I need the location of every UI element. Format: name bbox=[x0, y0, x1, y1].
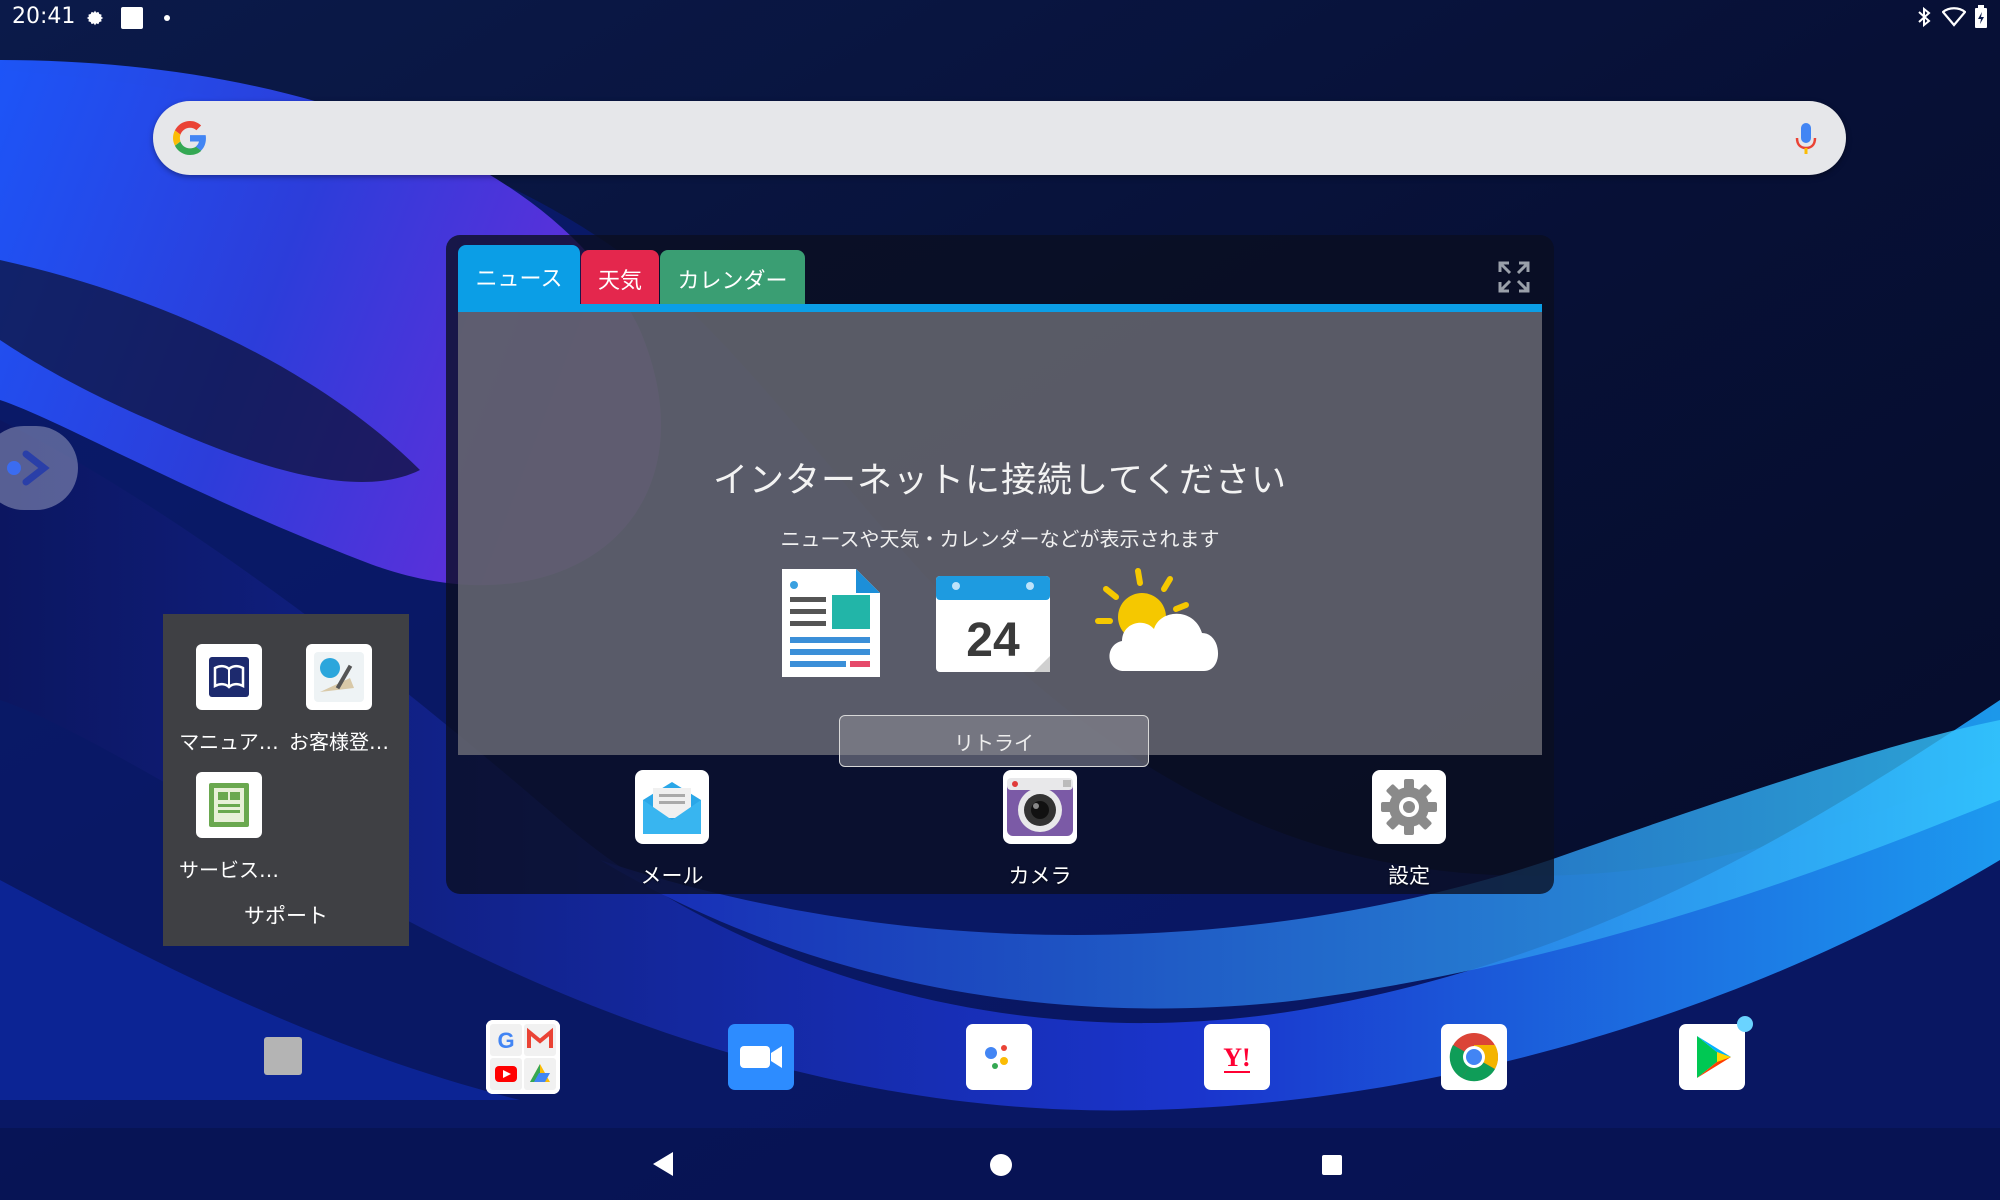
connection-message-title: インターネットに接続してください bbox=[713, 461, 1287, 501]
square-notification-icon bbox=[121, 7, 143, 29]
news-weather-calendar-widget: ニュース 天気 カレンダー インターネットに接続してください ニュースや天気・カ… bbox=[446, 235, 1554, 894]
bluetooth-icon bbox=[1918, 6, 1931, 28]
google-g-icon bbox=[173, 121, 206, 155]
folder-app-manual[interactable]: マニュア… bbox=[173, 644, 285, 754]
folder-app-customer-registration[interactable]: お客様登… bbox=[283, 644, 395, 754]
tab-news[interactable]: ニュース bbox=[458, 245, 580, 308]
empty-app-icon[interactable] bbox=[264, 1037, 302, 1075]
yahoo-icon[interactable]: Y! bbox=[1204, 1024, 1270, 1090]
folder-app-service[interactable]: サービス… bbox=[173, 772, 285, 882]
app-label: マニュア… bbox=[179, 730, 279, 754]
customer-registration-icon bbox=[306, 644, 372, 710]
retry-button[interactable]: リトライ bbox=[839, 715, 1149, 767]
microphone-icon[interactable] bbox=[1794, 122, 1818, 156]
dock: G Y! bbox=[0, 1010, 2000, 1110]
app-label: 設定 bbox=[1388, 864, 1430, 888]
tab-weather[interactable]: 天気 bbox=[581, 250, 659, 308]
settings-gear-icon bbox=[1372, 770, 1446, 844]
wifi-icon bbox=[1942, 7, 1966, 27]
recents-icon[interactable] bbox=[1322, 1155, 1342, 1175]
navigation-bar bbox=[0, 1128, 2000, 1200]
app-label: カメラ bbox=[1008, 864, 1072, 888]
svg-text:G: G bbox=[497, 1028, 514, 1053]
home-icon[interactable] bbox=[990, 1154, 1012, 1176]
edge-launcher-icon bbox=[7, 450, 50, 486]
google-folder-icon[interactable]: G bbox=[486, 1020, 560, 1094]
tab-underline bbox=[458, 304, 1542, 312]
camera-icon bbox=[1003, 770, 1077, 844]
calendar-number: 24 bbox=[966, 614, 1020, 667]
weather-sun-cloud-icon bbox=[1095, 568, 1219, 671]
app-label: メール bbox=[640, 864, 704, 888]
status-bar: 20:41 bbox=[0, 0, 2000, 36]
chrome-icon[interactable] bbox=[1441, 1024, 1507, 1090]
gear-icon bbox=[86, 10, 104, 26]
expand-icon[interactable] bbox=[1498, 261, 1530, 293]
notification-dot bbox=[1737, 1016, 1753, 1032]
app-camera[interactable]: カメラ bbox=[960, 770, 1120, 890]
app-label: お客様登… bbox=[289, 730, 389, 754]
connection-message-subtitle: ニュースや天気・カレンダーなどが表示されます bbox=[780, 527, 1220, 551]
google-assistant-icon[interactable] bbox=[966, 1024, 1032, 1090]
play-store-icon[interactable] bbox=[1679, 1016, 1753, 1090]
yahoo-logo-text: Y! bbox=[1223, 1043, 1250, 1072]
clock: 20:41 bbox=[12, 4, 76, 29]
battery-icon bbox=[1975, 5, 1987, 28]
service-icon bbox=[196, 772, 262, 838]
app-settings[interactable]: 設定 bbox=[1329, 770, 1489, 890]
news-document-icon bbox=[782, 569, 880, 677]
folder-name[interactable]: サポート bbox=[163, 900, 409, 930]
google-search-bar[interactable] bbox=[153, 101, 1846, 175]
tab-calendar[interactable]: カレンダー bbox=[660, 250, 805, 308]
mail-icon bbox=[635, 770, 709, 844]
manual-book-icon bbox=[196, 644, 262, 710]
calendar-icon: 24 bbox=[936, 576, 1050, 672]
back-icon[interactable] bbox=[651, 1150, 675, 1178]
app-mail[interactable]: メール bbox=[592, 770, 752, 890]
dot-icon bbox=[164, 15, 170, 21]
widget-content-panel: インターネットに接続してください ニュースや天気・カレンダーなどが表示されます … bbox=[458, 312, 1542, 767]
app-label: サービス… bbox=[179, 858, 279, 882]
zoom-video-icon[interactable] bbox=[728, 1024, 794, 1090]
folder-support: マニュア… お客様登… サービス… サポート bbox=[163, 614, 409, 946]
